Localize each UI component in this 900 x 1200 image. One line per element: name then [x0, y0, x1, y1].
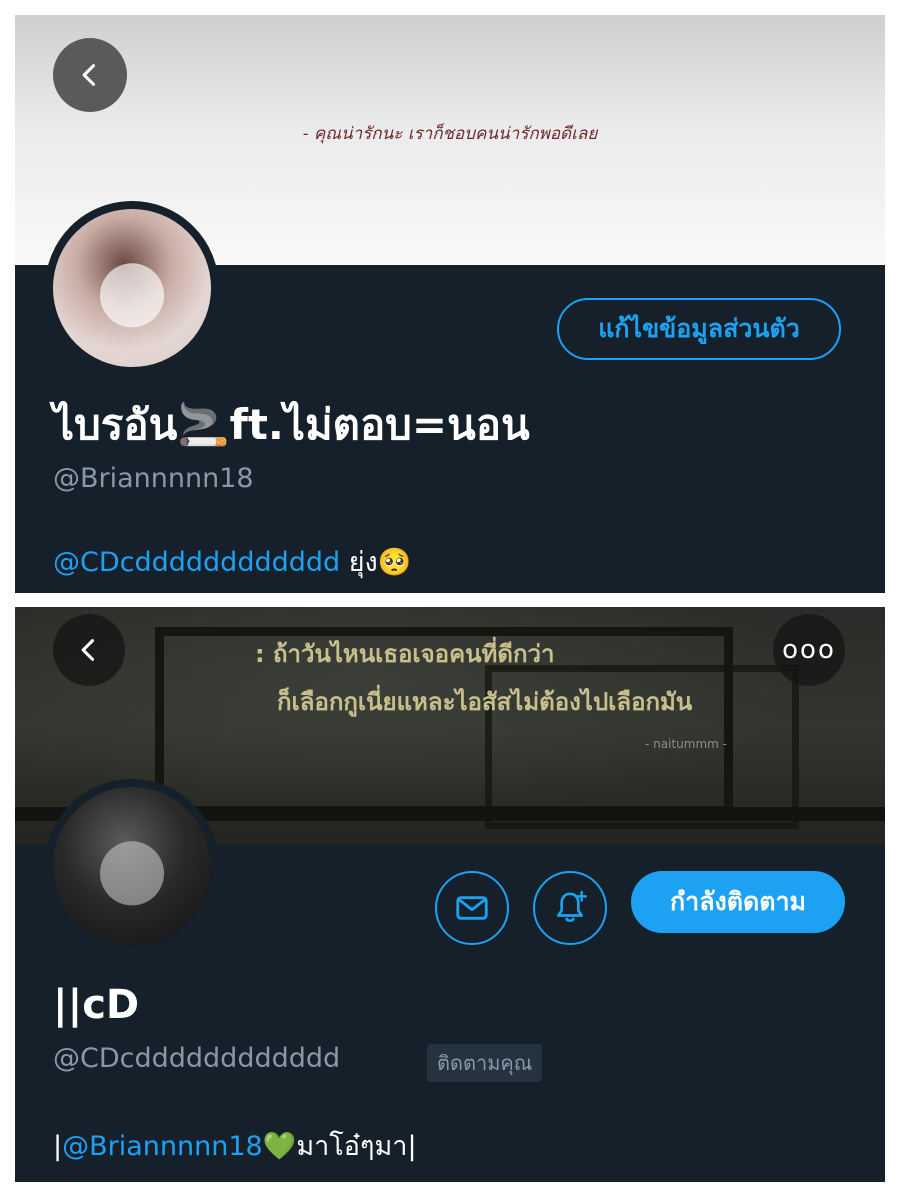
banner-quote: - คุณน่ารักนะ เราก็ชอบคนน่ารักพอดีเลย [302, 124, 598, 144]
user-handle: @Briannnnn18 [53, 463, 254, 494]
back-button[interactable] [53, 614, 125, 686]
mail-icon [456, 896, 488, 920]
bio-prefix: | [53, 1131, 63, 1162]
bio-mention-link[interactable]: @Briannnnn18 [62, 1131, 263, 1162]
follows-you-badge: ติดตามคุณ [427, 1044, 543, 1082]
display-name: ||cD [53, 982, 140, 1028]
avatar-icon: ● [95, 239, 169, 337]
more-button[interactable]: ooo [773, 614, 845, 686]
banner-credit: - naitummm - [645, 737, 727, 751]
chevron-left-icon [81, 639, 95, 661]
bio: @CDcdddddddddddd ยุ่ง🥺 [53, 540, 411, 583]
bio-text: 💚มาโอ๋ๆมา| [262, 1131, 417, 1162]
banner-quote-line: ก็เลือกกูเนี่ยแหละไอสัสไม่ต้องไปเลือกมัน [277, 688, 693, 716]
bio: |@Briannnnn18💚มาโอ๋ๆมา| [53, 1124, 417, 1167]
bio-mention-link[interactable]: @CDcdddddddddddd [53, 547, 340, 578]
back-button[interactable] [53, 38, 127, 112]
display-name: ไบรอัน🚬ft.ไม่ตอบ=นอน [53, 400, 530, 449]
user-handle: @CDcdddddddddddd [53, 1043, 341, 1074]
chevron-left-icon [82, 64, 96, 86]
profile-screen-own: - คุณน่ารักนะ เราก็ชอบคนน่ารักพอดีเลย ● … [15, 15, 885, 593]
following-button[interactable]: กำลังติดตาม [631, 871, 845, 933]
banner-quote-line: : ถ้าวันไหนเธอเจอคนที่ดีกว่า [255, 640, 555, 668]
message-button[interactable] [435, 871, 509, 945]
avatar[interactable]: ● [45, 201, 219, 375]
avatar-icon: ● [95, 817, 169, 915]
bell-plus-icon [557, 890, 588, 923]
avatar[interactable]: ● [45, 779, 219, 953]
notifications-button[interactable] [533, 871, 607, 945]
more-icon: ooo [782, 635, 836, 665]
profile-screen-other: : ถ้าวันไหนเธอเจอคนที่ดีกว่า ก็เลือกกูเน… [15, 607, 885, 1182]
bio-text: ยุ่ง🥺 [340, 547, 412, 578]
edit-profile-button[interactable]: แก้ไขข้อมูลส่วนตัว [557, 298, 841, 360]
